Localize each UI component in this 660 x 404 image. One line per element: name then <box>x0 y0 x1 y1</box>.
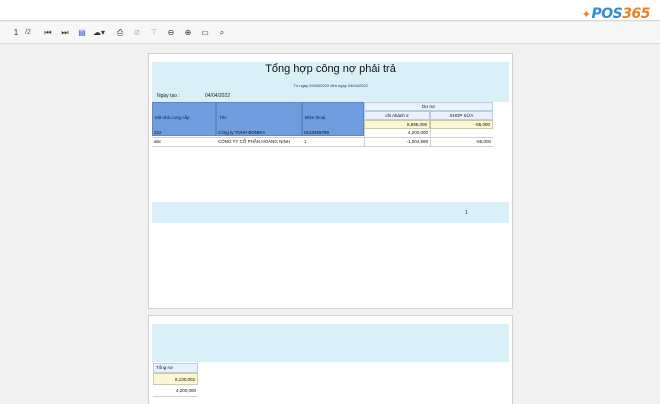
report-page-2: Tổng nợ 8,130,002 4,200,000 <box>148 315 513 404</box>
table-row-2-code: abc <box>152 138 216 147</box>
page-total: /2 <box>25 29 31 36</box>
zoom-out-icon[interactable]: ⊖ <box>165 25 177 41</box>
total-debt-row: 4,200,000 <box>153 387 198 397</box>
created-value: 04/04/2022 <box>205 93 231 99</box>
table-row-1-branch2 <box>430 129 493 138</box>
report-viewer[interactable]: Tổng hợp công nợ phải trả Từ ngày 29/03/… <box>0 45 660 404</box>
report-page-1: Tổng hợp công nợ phải trả Từ ngày 29/03/… <box>148 53 513 309</box>
total-branch2: -65,000 <box>430 120 493 129</box>
link-icon[interactable]: ⊘ <box>131 25 143 41</box>
page-current-input[interactable]: 1 <box>12 25 20 41</box>
column-divider <box>364 129 365 147</box>
first-page-icon[interactable]: ⏮ <box>42 25 54 41</box>
cloud-download-icon[interactable]: ☁▾ <box>93 25 105 41</box>
table-row-1-code: 222 <box>152 129 216 138</box>
logo-text-pos: POS <box>591 6 623 22</box>
total-branch1: 8,895,000 <box>364 120 430 129</box>
monitor-icon[interactable]: ▭ <box>199 25 211 41</box>
top-bar <box>0 0 660 21</box>
pos365-logo: ✦ POS 365 <box>581 6 651 22</box>
report-title: Tổng hợp công nợ phải trả <box>265 63 396 75</box>
table-row-2-branch2: -65,000 <box>430 138 493 147</box>
header-debt: Dư nợ <box>364 102 493 111</box>
filter-icon[interactable]: ⊤ <box>148 25 160 41</box>
next-page-icon[interactable]: ⏭ <box>59 25 71 41</box>
total-debt-header: Tổng nợ <box>153 363 198 373</box>
header-band-page2 <box>152 324 509 362</box>
zoom-in-icon[interactable]: ⊕ <box>182 25 194 41</box>
page-number: 1 <box>465 210 468 216</box>
total-debt-value: 8,130,002 <box>153 373 198 385</box>
table-row-1-name: Công ty TNHH BONIKA <box>216 129 302 138</box>
footer-band <box>152 202 509 223</box>
logo-text-365: 365 <box>622 6 650 22</box>
logo-mark: ✦ <box>581 7 591 21</box>
table-row-2-branch1: -1,004,998 <box>364 138 430 147</box>
print-icon[interactable]: ⎙ <box>114 25 126 41</box>
table-row-2-name: CÔNG TY CỔ PHẦN HOÀNG NINH <box>216 138 302 147</box>
header-branch1: chi nhánh 2 <box>364 111 430 120</box>
export-doc-icon[interactable]: ▤ <box>76 25 88 41</box>
table-row-1-branch1: 4,200,000 <box>364 129 430 138</box>
table-row-2-phone: 1 <box>302 138 364 147</box>
report-subtitle: Từ ngày 29/03/2022 đến ngày 04/04/2022 <box>293 83 368 88</box>
table-row-1-phone: 0123456789 <box>302 129 364 138</box>
header-branch2: SHOP SỮA <box>430 111 493 120</box>
report-toolbar: 1 /2 ⏮ ⏭ ▤ ☁▾ ⎙ ⊘ ⊤ ⊖ ⊕ ▭ ⌕ <box>0 22 660 44</box>
column-divider <box>430 129 431 147</box>
search-icon[interactable]: ⌕ <box>216 25 228 41</box>
created-label: Ngày tạo : <box>157 93 180 99</box>
